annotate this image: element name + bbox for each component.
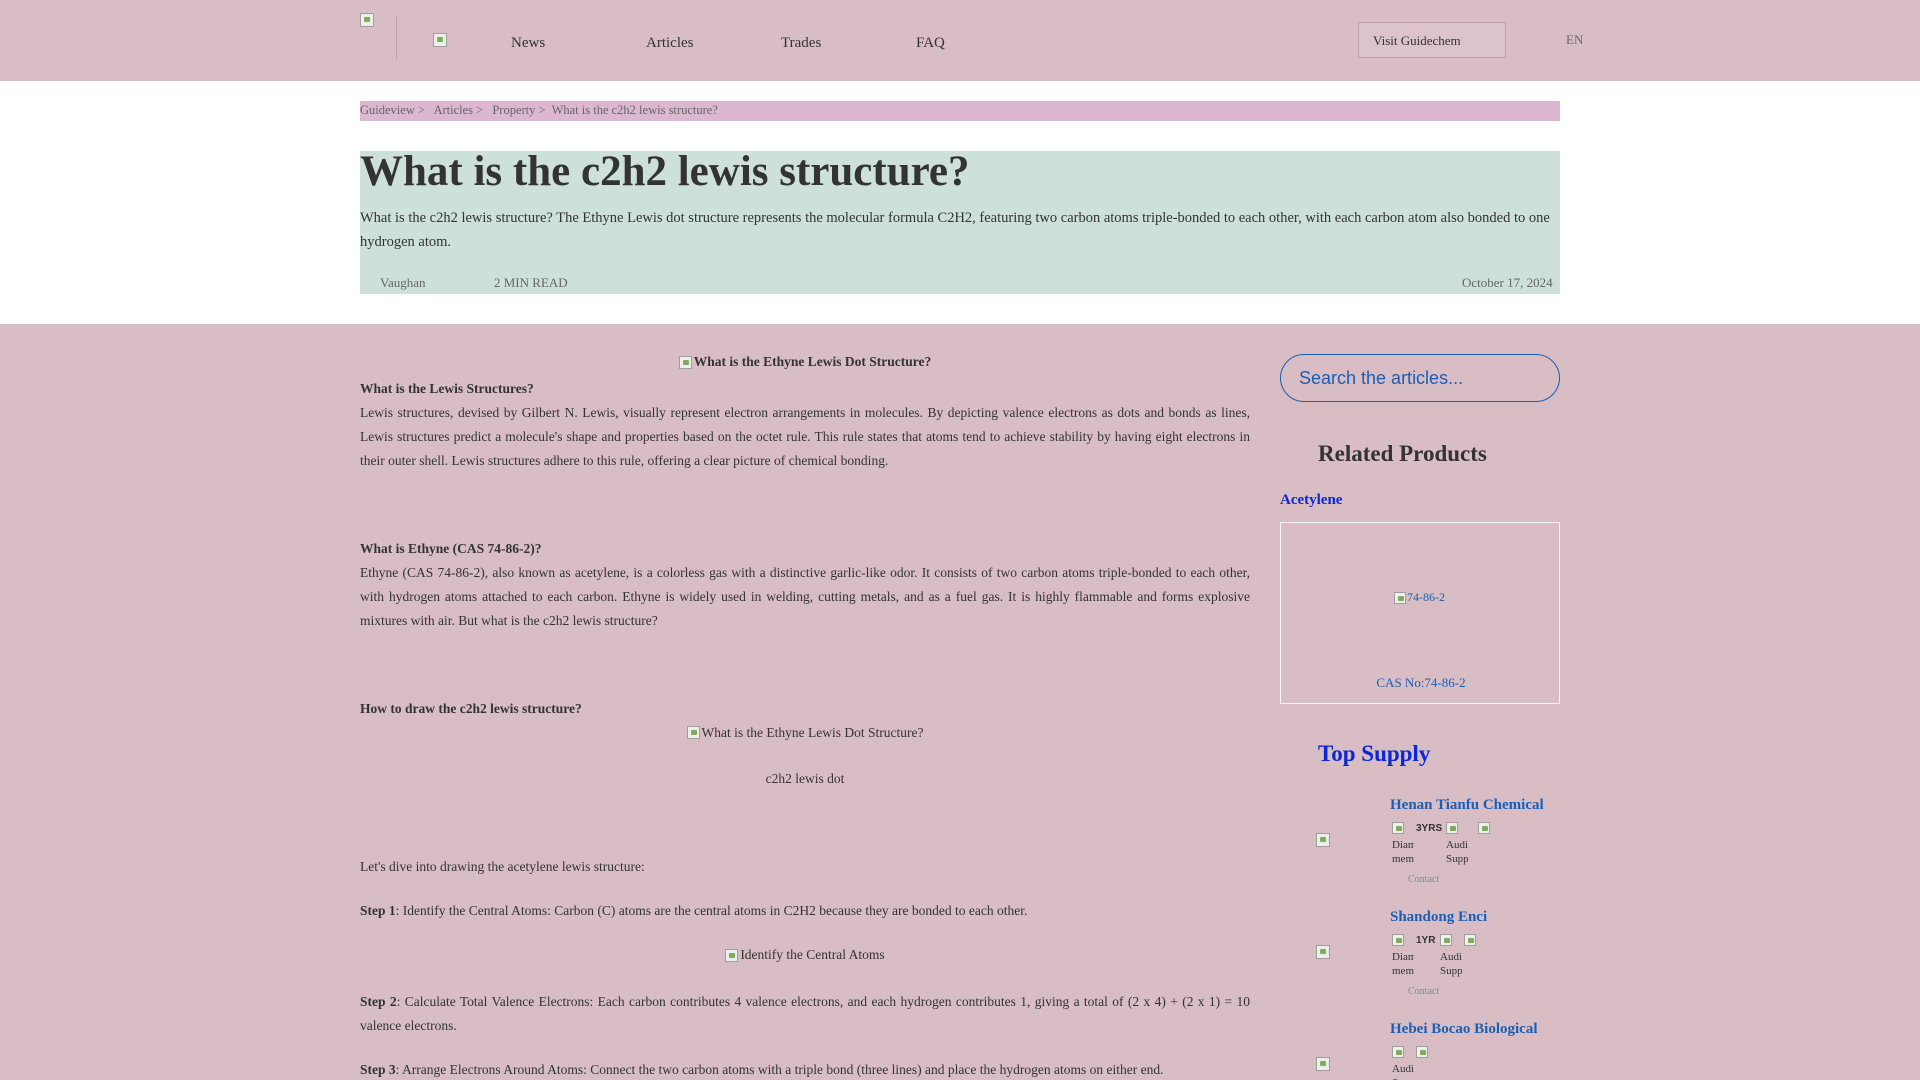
section-heading: What is Ethyne (CAS 74-86-2)? (360, 540, 542, 556)
step-2: Step 2: Calculate Total Valence Electron… (360, 990, 1250, 1038)
article-author[interactable]: Vaughan (380, 275, 426, 291)
badge-text: Diamond member (1392, 951, 1414, 977)
nav-articles[interactable]: Articles (646, 35, 781, 52)
step-label: Step 1 (360, 903, 396, 918)
product-image[interactable]: 74-86-2 (1394, 590, 1445, 605)
site-logo-icon[interactable] (360, 13, 374, 27)
supplier-logo-icon[interactable] (1316, 1057, 1330, 1071)
diamond-member-badge: Diamond member (1392, 822, 1414, 882)
broken-image-icon (686, 726, 700, 739)
step-text: : Calculate Total Valence Electrons: Eac… (360, 993, 1250, 1033)
supplier-badges: Audited Supplier (1392, 1046, 1438, 1080)
product-card[interactable]: 74-86-2 CAS No:74-86-2 (1280, 522, 1560, 704)
paragraph: Let's dive into drawing the acetylene le… (360, 859, 645, 874)
supplier-card[interactable]: Henan Tianfu Chemical Diamond member 3YR… (1280, 797, 1560, 897)
breadcrumb-guideview[interactable]: Guideview > (360, 103, 425, 117)
audited-supplier-badge: Audited Supplier (1440, 934, 1462, 994)
step-text: : Identify the Central Atoms: Carbon (C)… (395, 903, 1028, 918)
diamond-icon (1392, 934, 1404, 946)
badge-text: Diamond member (1392, 839, 1414, 865)
broken-image-icon (1394, 591, 1406, 604)
audited-supplier-badge: Audited Supplier (1446, 822, 1468, 882)
breadcrumb-articles[interactable]: Articles > (433, 103, 483, 117)
audited-icon (1446, 822, 1458, 834)
step-label: Step 3 (360, 1061, 396, 1077)
diamond-member-badge: Diamond member (1392, 934, 1414, 994)
related-products-title: Related Products (1318, 441, 1487, 466)
section-heading: What is the Lewis Structures? (360, 380, 534, 396)
visit-guidechem-button[interactable]: Visit Guidechem (1358, 22, 1506, 58)
top-navigation-bar: News Articles Trades FAQ Visit Guidechem… (0, 0, 1920, 81)
top-supply-title: Top Supply (1318, 741, 1431, 766)
breadcrumb: Guideview > Articles > Property > What is… (360, 101, 1560, 121)
years-badge: 3YRS (1416, 823, 1443, 834)
step-text: : Arrange Electrons Around Atoms: Connec… (395, 1061, 1164, 1077)
read-time: 2 MIN READ (494, 275, 568, 290)
badge-text: Audited Supplier (1392, 1063, 1414, 1080)
diamond-icon (1392, 822, 1404, 834)
broken-image-icon (725, 948, 739, 962)
broken-image-icon (678, 355, 692, 369)
contact-link[interactable]: Contact (1408, 986, 1439, 994)
supplier-card[interactable]: Shandong Enci Diamond member 1YR Audited… (1280, 909, 1560, 1009)
extra-badge (1464, 934, 1486, 994)
breadcrumb-property[interactable]: Property > (492, 103, 545, 117)
audited-supplier-badge: Audited Supplier (1392, 1046, 1414, 1080)
nav-faq[interactable]: FAQ (916, 35, 976, 52)
years-badge: 1YR (1416, 935, 1436, 946)
supplier-badges: Diamond member 1YR Audited Supplier (1392, 934, 1486, 994)
main-nav: News Articles Trades FAQ (511, 35, 976, 52)
breadcrumb-current: What is the c2h2 lewis structure? (551, 103, 718, 117)
contact-link[interactable]: Contact (1408, 874, 1439, 882)
badge-icon (1416, 1046, 1428, 1058)
supplier-name[interactable]: Henan Tianfu Chemical (1390, 797, 1544, 814)
publish-date: October 17, 2024 (1462, 275, 1553, 290)
step-label: Step 2 (360, 993, 397, 1009)
page-title: What is the c2h2 lewis structure? (360, 148, 970, 195)
product-image-alt: 74-86-2 (1407, 590, 1445, 604)
badge-text: Audited Supplier (1440, 951, 1462, 977)
article-search-input[interactable]: Search the articles... (1280, 354, 1560, 402)
article-body: What is the Ethyne Lewis Dot Structure? … (360, 350, 1250, 1080)
extra-badge (1416, 1046, 1438, 1080)
section-heading: How to draw the c2h2 lewis structure? (360, 700, 582, 716)
product-link-acetylene[interactable]: Acetylene (1280, 492, 1342, 509)
badge-icon (1464, 934, 1476, 946)
article-image-2: What is the Ethyne Lewis Dot Structure? (360, 721, 1250, 748)
image-alt-text: What is the Ethyne Lewis Dot Structure? (693, 354, 932, 369)
supplier-logo-icon[interactable] (1316, 833, 1330, 847)
product-cas[interactable]: CAS No:74-86-2 (1281, 675, 1561, 691)
supplier-name[interactable]: Shandong Enci (1390, 909, 1487, 926)
extra-badge (1478, 822, 1500, 882)
step-1: Step 1: Identify the Central Atoms: Carb… (360, 899, 1250, 923)
audited-icon (1392, 1046, 1404, 1058)
badge-icon (1478, 822, 1490, 834)
supplier-card[interactable]: Hebei Bocao Biological Audited Supplier (1280, 1021, 1560, 1080)
image-alt-text: What is the Ethyne Lewis Dot Structure? (701, 724, 924, 740)
supplier-name[interactable]: Hebei Bocao Biological (1390, 1021, 1538, 1038)
article-image-1: What is the Ethyne Lewis Dot Structure? (360, 350, 1250, 377)
audited-icon (1440, 934, 1452, 946)
supplier-badges: Diamond member 3YRS Audited Supplier (1392, 822, 1500, 882)
supplier-logo-icon[interactable] (1316, 945, 1330, 959)
step-3: Step 3: Arrange Electrons Around Atoms: … (360, 1058, 1250, 1080)
article-image-3: Identify the Central Atoms (360, 943, 1250, 970)
paragraph: Lewis structures, devised by Gilbert N. … (360, 404, 1250, 468)
guideview-logo-icon[interactable] (433, 33, 447, 47)
paragraph: Ethyne (CAS 74-86-2), also known as acet… (360, 564, 1250, 628)
nav-trades[interactable]: Trades (781, 35, 916, 52)
nav-news[interactable]: News (511, 35, 646, 52)
language-selector[interactable]: EN (1566, 32, 1583, 48)
image-caption: c2h2 lewis dot (765, 771, 845, 786)
article-intro: What is the c2h2 lewis structure? The Et… (360, 210, 1550, 250)
badge-text: Audited Supplier (1446, 839, 1468, 865)
image-alt-text: Identify the Central Atoms (740, 947, 885, 962)
header-divider (396, 16, 397, 60)
